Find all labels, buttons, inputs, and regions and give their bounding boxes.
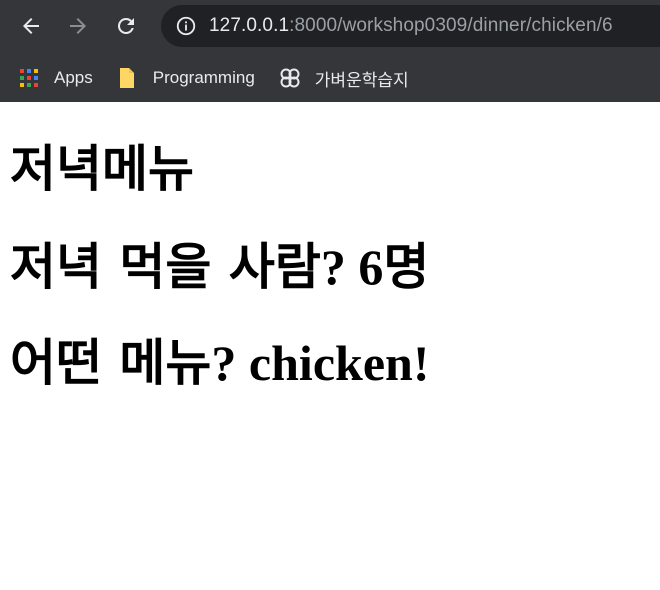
page-title: 저녁메뉴 xyxy=(10,140,194,198)
bookmark-site[interactable]: 가벼운학습지 xyxy=(279,66,409,91)
people-count-heading: 저녁 먹을 사람? 6명 xyxy=(10,242,429,292)
arrow-left-icon xyxy=(23,18,39,34)
bookmark-label: Programming xyxy=(152,68,255,87)
menu-value: ? chicken! xyxy=(211,335,430,391)
people-count: ? 6 xyxy=(320,239,384,295)
site-favicon-icon xyxy=(279,67,301,89)
forward-button[interactable] xyxy=(62,10,94,42)
people-prefix: 저녁 먹을 사람 xyxy=(10,238,321,296)
folder-icon xyxy=(117,67,139,89)
menu-prefix: 어떤 메뉴 xyxy=(10,334,212,392)
reload-icon xyxy=(117,17,134,34)
people-unit: 명 xyxy=(383,238,430,296)
apps-grid-icon xyxy=(18,67,40,89)
url-text[interactable]: 127.0.0.1:8000/workshop0309/dinner/chick… xyxy=(209,15,613,37)
bookmark-programming[interactable]: Programming xyxy=(117,67,255,89)
address-bar[interactable]: 127.0.0.1:8000/workshop0309/dinner/chick… xyxy=(161,5,660,47)
url-path: :8000/workshop0309/dinner/chicken/6 xyxy=(289,15,613,36)
info-icon[interactable] xyxy=(175,15,197,37)
browser-chrome: 127.0.0.1:8000/workshop0309/dinner/chick… xyxy=(0,0,660,102)
bookmark-apps[interactable]: Apps xyxy=(18,67,93,89)
bookmarks-bar: Apps Programming 가벼운학습지 xyxy=(0,54,660,102)
back-button[interactable] xyxy=(15,10,47,42)
bookmark-label: Apps xyxy=(54,68,93,87)
browser-toolbar: 127.0.0.1:8000/workshop0309/dinner/chick… xyxy=(0,0,660,54)
bookmark-label: 가벼운학습지 xyxy=(314,70,409,90)
menu-heading: 어떤 메뉴? chicken! xyxy=(10,338,429,388)
reload-button[interactable] xyxy=(110,10,142,42)
arrow-right-icon xyxy=(70,18,86,34)
url-host: 127.0.0.1 xyxy=(209,15,290,36)
